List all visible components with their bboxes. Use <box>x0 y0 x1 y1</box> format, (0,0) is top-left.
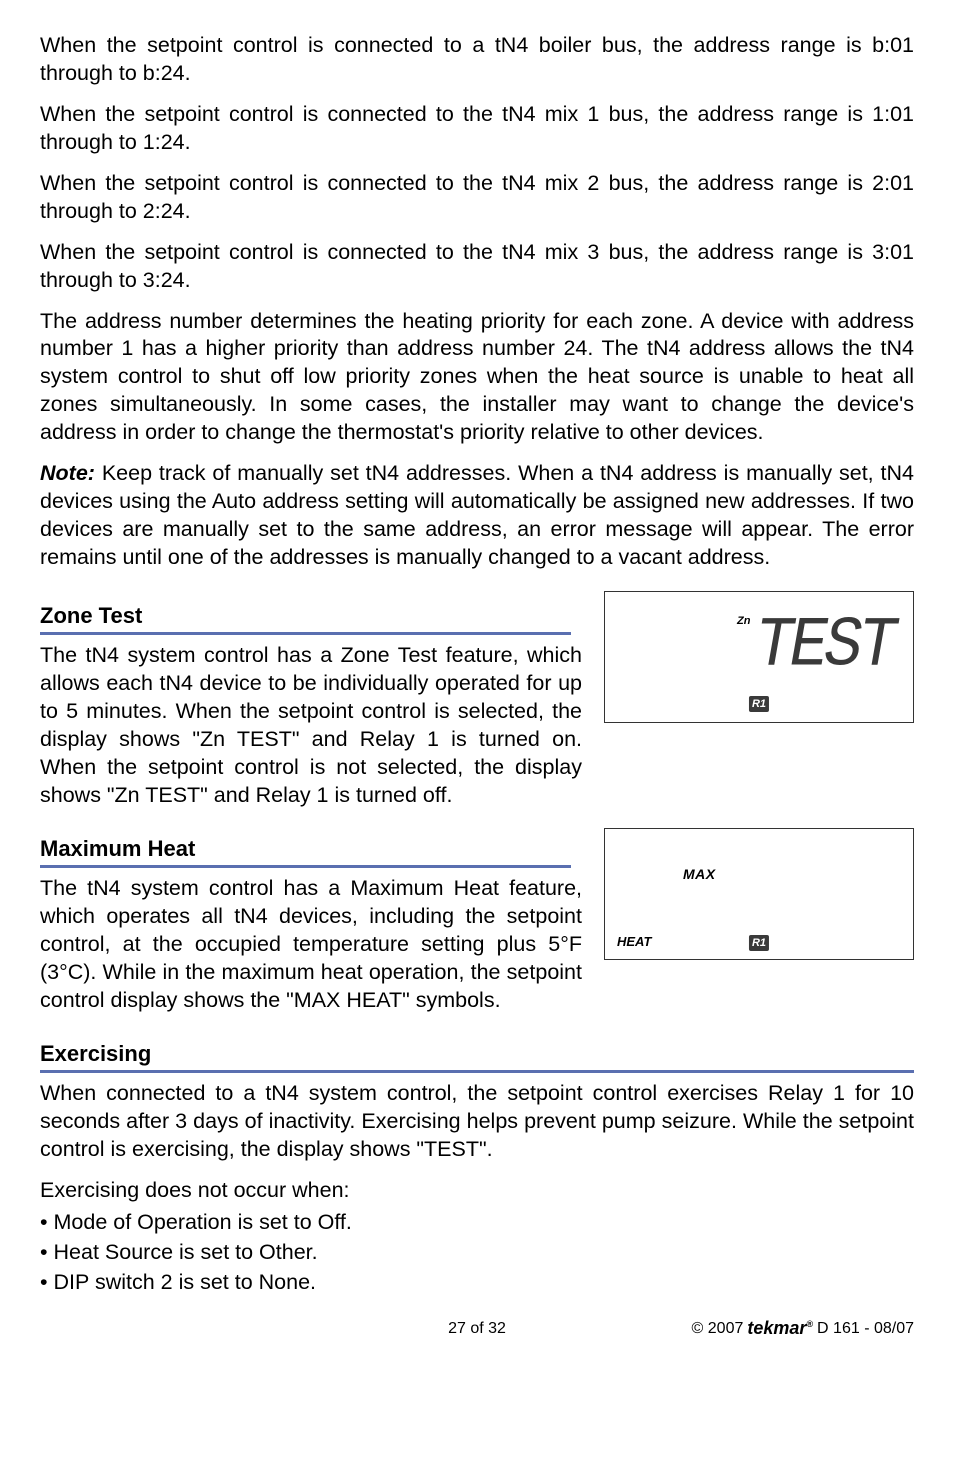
paragraph-mix1-bus: When the setpoint control is connected t… <box>40 101 914 157</box>
note-body: Keep track of manually set tN4 addresses… <box>40 461 914 569</box>
zone-test-row: Zone Test The tN4 system control has a Z… <box>40 585 914 818</box>
brand-logo: tekmar® <box>747 1317 813 1340</box>
note-label: Note: <box>40 461 95 485</box>
display-max-heat: MAX HEAT R1 <box>604 828 914 960</box>
paragraph-boiler-bus: When the setpoint control is connected t… <box>40 32 914 88</box>
paragraph-priority: The address number determines the heatin… <box>40 308 914 448</box>
heading-exercising: Exercising <box>40 1041 914 1073</box>
paragraph-mix3-bus: When the setpoint control is connected t… <box>40 239 914 295</box>
page-number: 27 of 32 <box>448 1319 506 1340</box>
exercising-body: When connected to a tN4 system control, … <box>40 1080 914 1164</box>
paragraph-note: Note: Keep track of manually set tN4 add… <box>40 460 914 572</box>
exercising-subline: Exercising does not occur when: <box>40 1177 914 1205</box>
r1-indicator: R1 <box>749 696 769 712</box>
heading-max-heat: Maximum Heat <box>40 836 571 868</box>
zn-label: Zn <box>737 614 750 628</box>
copyright: © 2007 <box>692 1319 744 1340</box>
heading-zone-test: Zone Test <box>40 603 571 635</box>
r1-indicator-2: R1 <box>749 935 769 951</box>
bullet-item: Mode of Operation is set to Off. <box>40 1209 914 1237</box>
paragraph-mix2-bus: When the setpoint control is connected t… <box>40 170 914 226</box>
bullet-item: Heat Source is set to Other. <box>40 1239 914 1267</box>
max-heat-row: Maximum Heat The tN4 system control has … <box>40 818 914 1023</box>
heat-label: HEAT <box>617 934 651 951</box>
bullet-item: DIP switch 2 is set to None. <box>40 1269 914 1297</box>
seven-seg-readout: TEST <box>755 602 893 694</box>
max-heat-body: The tN4 system control has a Maximum Hea… <box>40 875 582 1015</box>
zone-test-body: The tN4 system control has a Zone Test f… <box>40 642 582 810</box>
doc-id: D 161 - 08/07 <box>817 1319 914 1340</box>
display-zone-test: Zn TEST R1 <box>604 591 914 723</box>
max-label: MAX <box>683 865 716 883</box>
exercising-bullets: Mode of Operation is set to Off. Heat So… <box>40 1209 914 1297</box>
